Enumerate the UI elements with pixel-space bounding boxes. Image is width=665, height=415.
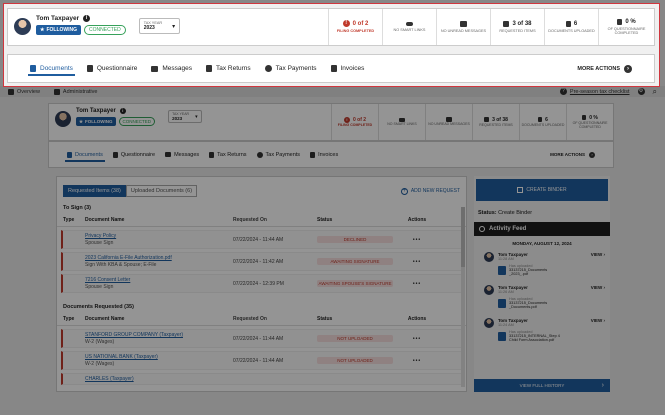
documents-icon: [30, 65, 36, 72]
highlight-frame: Tom Taxpayer i ★ FOLLOWING CONNECTED TAX Y…: [3, 3, 660, 87]
tabs-bar: Documents Questionnaire Messages Tax Ret…: [7, 54, 655, 83]
tax-payments-icon: [264, 65, 272, 72]
messages-icon: [151, 65, 159, 72]
tab-documents[interactable]: Documents: [28, 65, 75, 76]
following-button[interactable]: ★ FOLLOWING: [36, 25, 82, 35]
tab-tax-payments[interactable]: Tax Payments: [264, 65, 317, 72]
stat-uploaded[interactable]: 6 DOCUMENTS UPLOADED: [544, 9, 598, 45]
connected-badge: CONNECTED: [84, 25, 126, 35]
tax-year-select[interactable]: TAX YEAR 2023 ▾: [138, 18, 181, 34]
message-icon: [460, 20, 467, 27]
stat-filing[interactable]: ! 0 of 2 FILING COMPLETED: [328, 9, 382, 45]
alert-icon: !: [342, 20, 350, 28]
questionnaire-icon: [86, 65, 93, 72]
tab-tax-returns[interactable]: Tax Returns: [205, 65, 251, 72]
info-icon[interactable]: i: [83, 15, 91, 22]
star-icon: ★: [40, 27, 45, 33]
tax-returns-icon: [205, 65, 212, 72]
avatar: [14, 18, 31, 35]
chevron-right-icon: ›: [624, 64, 632, 73]
more-actions-button[interactable]: MORE ACTIONS ›: [577, 64, 632, 73]
link-icon: [406, 21, 413, 26]
chevron-down-icon: ▾: [172, 23, 176, 30]
client-header-card: Tom Taxpayer i ★ FOLLOWING CONNECTED TAX Y…: [7, 8, 655, 46]
clipboard-icon: [617, 18, 623, 25]
user-name: Tom Taxpayer: [36, 15, 80, 22]
document-icon: [565, 20, 571, 27]
tab-invoices[interactable]: Invoices: [330, 65, 364, 72]
list-icon: [503, 20, 510, 27]
stat-smart-links[interactable]: NO SMART LINKS: [382, 9, 436, 45]
tab-questionnaire[interactable]: Questionnaire: [86, 65, 137, 72]
tab-messages[interactable]: Messages: [151, 65, 192, 72]
stat-requested[interactable]: 3 of 38 REQUESTED ITEMS: [490, 9, 544, 45]
stat-questionnaire[interactable]: 0 % OF QUESTIONNAIRE COMPLETED: [598, 9, 654, 45]
invoices-icon: [330, 65, 337, 72]
stat-messages[interactable]: NO UNREAD MESSAGES: [436, 9, 490, 45]
